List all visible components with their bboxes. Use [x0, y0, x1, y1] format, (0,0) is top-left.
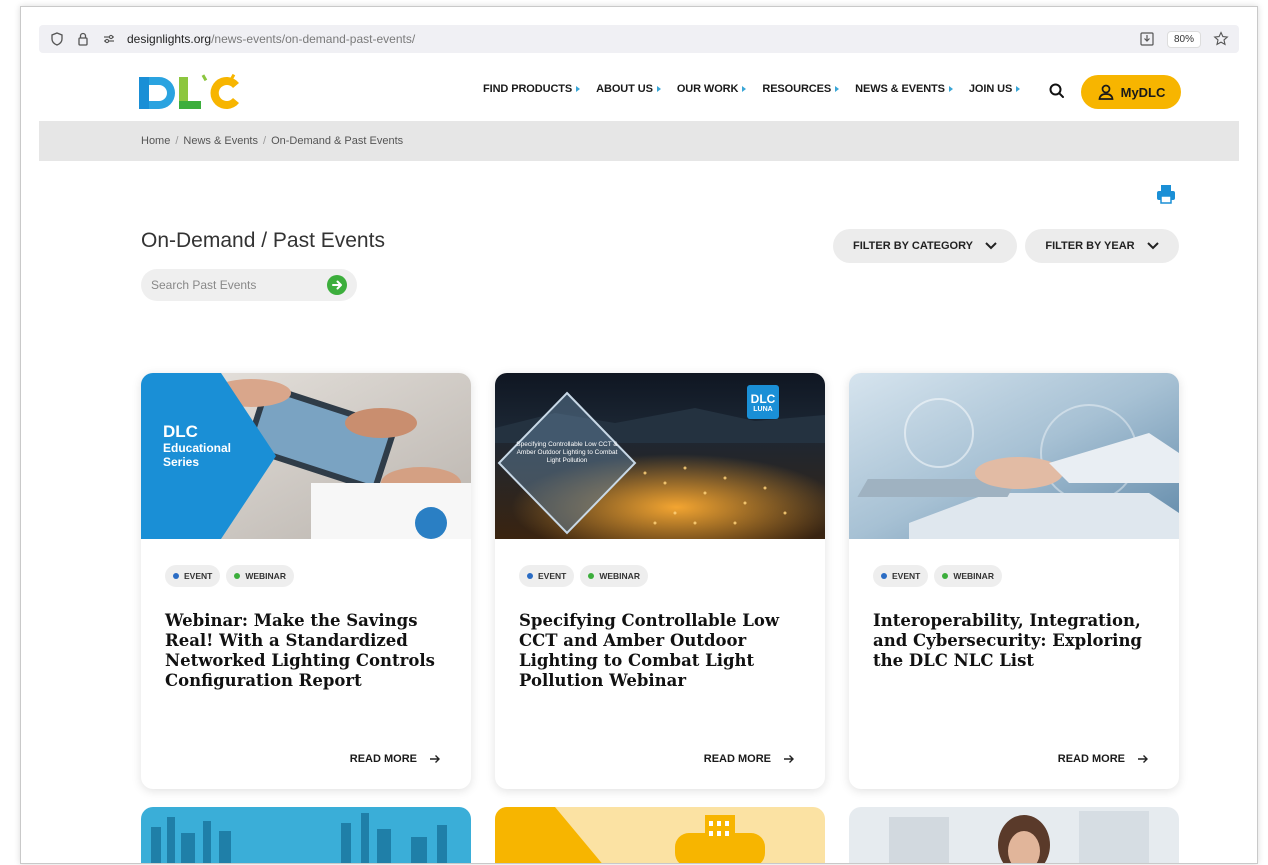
tag-list: EVENT WEBINAR — [519, 565, 648, 587]
breadcrumb-current: On-Demand & Past Events — [271, 135, 404, 147]
dot-icon — [234, 573, 241, 579]
url-text[interactable]: designlights.org/news-events/on-demand-p… — [127, 32, 415, 46]
read-more-link[interactable]: READ MORE — [350, 753, 441, 765]
event-card[interactable]: DLC Educational Series EVENT WEBINAR Web… — [141, 373, 471, 789]
dot-icon — [527, 573, 533, 579]
arrow-right-icon — [332, 280, 342, 290]
tag-webinar[interactable]: WEBINAR — [580, 565, 648, 587]
tag-event[interactable]: EVENT — [873, 565, 929, 587]
nav-join-us[interactable]: JOIN US — [969, 83, 1021, 95]
address-bar[interactable]: designlights.org/news-events/on-demand-p… — [39, 25, 1239, 53]
browser-window: designlights.org/news-events/on-demand-p… — [20, 6, 1258, 864]
event-card[interactable]: DLC LUNA Specifying Controllable Low CCT… — [495, 373, 825, 789]
breadcrumb-home[interactable]: Home — [141, 135, 170, 147]
caret-icon — [948, 86, 953, 92]
tag-event[interactable]: EVENT — [165, 565, 221, 587]
nav-our-work[interactable]: OUR WORK — [677, 83, 747, 95]
caret-icon — [656, 86, 661, 92]
breadcrumb-news-events[interactable]: News & Events — [183, 135, 258, 147]
page-title: On-Demand / Past Events — [141, 229, 385, 252]
tag-webinar[interactable]: WEBINAR — [934, 565, 1002, 587]
caret-icon — [1016, 86, 1021, 92]
card-title[interactable]: Specifying Controllable Low CCT and Ambe… — [519, 611, 801, 691]
user-icon — [1098, 84, 1114, 100]
card-title[interactable]: Interoperability, Integration, and Cyber… — [873, 611, 1155, 671]
nav-resources[interactable]: RESOURCES — [762, 83, 840, 95]
search-go-button[interactable] — [327, 275, 347, 295]
filter-category-dropdown[interactable]: FILTER BY CATEGORY — [833, 229, 1017, 263]
nav-news-events[interactable]: NEWS & EVENTS — [855, 83, 953, 95]
arrow-right-icon — [784, 755, 794, 763]
event-card-image-partial[interactable] — [849, 807, 1179, 863]
tag-webinar[interactable]: WEBINAR — [226, 565, 294, 587]
shield-icon[interactable] — [49, 31, 65, 47]
zoom-level[interactable]: 80% — [1166, 30, 1201, 48]
arrow-right-icon — [430, 755, 440, 763]
caret-icon — [835, 86, 840, 92]
read-more-link[interactable]: READ MORE — [704, 753, 795, 765]
event-card-image-partial[interactable] — [141, 807, 471, 863]
site-header: FIND PRODUCTS ABOUT US OUR WORK RESOURCE… — [39, 59, 1239, 123]
caret-icon — [742, 86, 747, 92]
tag-event[interactable]: EVENT — [519, 565, 575, 587]
card-title[interactable]: Webinar: Make the Savings Real! With a S… — [165, 611, 447, 691]
diamond-overlay-text: Specifying Controllable Low CCT & Amber … — [516, 441, 618, 464]
card-image: DLC Educational Series — [141, 373, 471, 539]
search-box — [141, 269, 357, 301]
card-image: DLC LUNA Specifying Controllable Low CCT… — [495, 373, 825, 539]
download-icon[interactable] — [1139, 31, 1155, 47]
chevron-down-icon — [985, 242, 997, 250]
dlc-logo[interactable] — [139, 73, 243, 113]
breadcrumb: Home / News & Events / On-Demand & Past … — [39, 121, 1239, 161]
site-permissions-icon[interactable] — [101, 31, 117, 47]
print-icon[interactable] — [1155, 183, 1177, 205]
image-overlay-text: DLC Educational Series — [163, 422, 232, 470]
dot-icon — [881, 573, 887, 579]
nav-find-products[interactable]: FIND PRODUCTS — [483, 83, 581, 95]
nav-about-us[interactable]: ABOUT US — [596, 83, 661, 95]
tag-list: EVENT WEBINAR — [165, 565, 294, 587]
dot-icon — [942, 573, 949, 579]
event-card[interactable]: EVENT WEBINAR Interoperability, Integrat… — [849, 373, 1179, 789]
tag-list: EVENT WEBINAR — [873, 565, 1002, 587]
search-input[interactable] — [151, 278, 327, 292]
lock-icon[interactable] — [75, 31, 91, 47]
caret-icon — [576, 86, 581, 92]
arrow-right-icon — [1138, 755, 1148, 763]
luna-badge: DLC LUNA — [750, 392, 776, 413]
event-card-image-partial[interactable] — [495, 807, 825, 863]
search-icon[interactable] — [1047, 81, 1067, 101]
read-more-link[interactable]: READ MORE — [1058, 753, 1149, 765]
dot-icon — [173, 573, 179, 579]
chevron-down-icon — [1146, 242, 1159, 250]
filter-year-dropdown[interactable]: FILTER BY YEAR — [1025, 229, 1179, 263]
card-image — [849, 373, 1179, 539]
main-nav: FIND PRODUCTS ABOUT US OUR WORK RESOURCE… — [483, 83, 1021, 95]
mydlc-button[interactable]: MyDLC — [1081, 75, 1181, 109]
bookmark-star-icon[interactable] — [1213, 31, 1229, 47]
dot-icon — [588, 573, 595, 579]
